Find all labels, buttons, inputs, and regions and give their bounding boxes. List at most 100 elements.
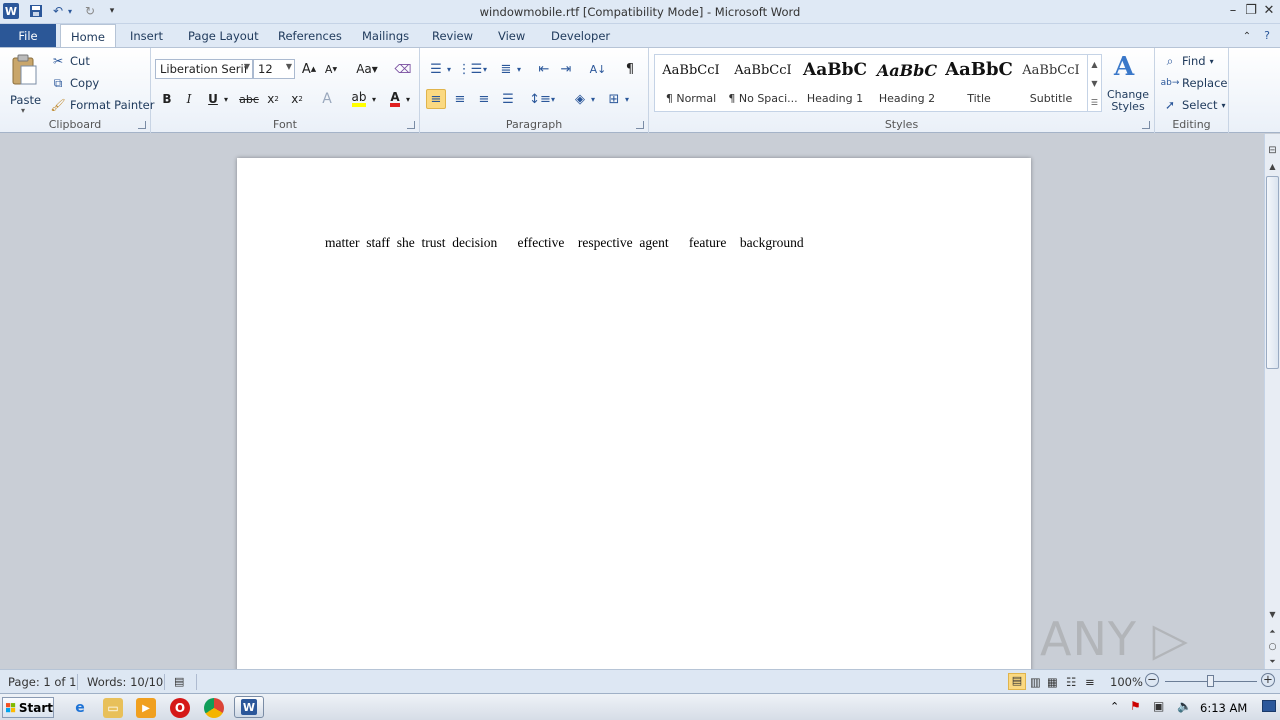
word-count[interactable]: Words: 10/10	[87, 675, 163, 689]
draft-icon[interactable]: ≡	[1085, 675, 1095, 689]
align-center-icon[interactable]: ≡	[450, 89, 470, 109]
print-layout-icon[interactable]: ▤	[1008, 673, 1026, 690]
bullets-dropdown-icon[interactable]: ▾	[444, 59, 454, 79]
bold-icon[interactable]: B	[157, 89, 177, 109]
underline-icon[interactable]: U	[203, 89, 223, 109]
justify-icon[interactable]: ☰	[498, 89, 518, 109]
tab-view[interactable]: View	[488, 24, 535, 47]
shading-icon[interactable]: ◈	[570, 89, 590, 109]
line-spacing-dropdown-icon[interactable]: ▾	[548, 89, 558, 109]
multilevel-list-icon[interactable]: ≣	[496, 59, 516, 79]
outline-icon[interactable]: ☷	[1066, 675, 1076, 689]
font-launcher-icon[interactable]	[407, 121, 415, 129]
italic-icon[interactable]: I	[179, 89, 199, 109]
proofing-icon[interactable]: ▤	[174, 675, 184, 688]
style-no-spacing[interactable]: AaBbCcI ¶ No Spaci...	[727, 55, 799, 111]
paragraph-launcher-icon[interactable]	[636, 121, 644, 129]
power-icon[interactable]: ▣	[1153, 699, 1164, 713]
change-case-icon[interactable]: Aa▾	[353, 59, 381, 79]
cut-button[interactable]: ✂ Cut	[50, 51, 90, 71]
format-painter-button[interactable]: 🖌 Format Painter	[50, 95, 154, 115]
copy-button[interactable]: ⧉ Copy	[50, 73, 99, 93]
highlight-dropdown-icon[interactable]: ▾	[369, 89, 379, 109]
gallery-up-icon[interactable]: ▲	[1087, 55, 1101, 74]
style-heading-1[interactable]: AaBbC Heading 1	[799, 55, 871, 111]
page-count[interactable]: Page: 1 of 1	[8, 675, 76, 689]
minimize-icon[interactable]: –	[1224, 2, 1242, 18]
clear-formatting-icon[interactable]: ⌫	[393, 59, 413, 79]
action-center-icon[interactable]: ⚑	[1130, 699, 1141, 713]
style-title[interactable]: AaBbC Title	[943, 55, 1015, 111]
minimize-ribbon-icon[interactable]: ⌃	[1238, 28, 1256, 44]
file-explorer-icon[interactable]: ▭	[103, 698, 123, 718]
tab-insert[interactable]: Insert	[120, 24, 173, 47]
font-name-select[interactable]: Liberation Serif ▼	[155, 59, 253, 79]
internet-explorer-icon[interactable]: e	[70, 698, 90, 718]
font-size-select[interactable]: 12 ▼	[253, 59, 295, 79]
numbering-icon[interactable]: ⋮☰	[458, 59, 483, 79]
select-button[interactable]: ➚ Select ▾	[1162, 95, 1226, 115]
close-icon[interactable]: ✕	[1260, 2, 1278, 18]
underline-dropdown-icon[interactable]: ▾	[221, 89, 231, 109]
text-effects-icon[interactable]: A	[317, 89, 337, 109]
tab-home[interactable]: Home	[60, 24, 116, 48]
zoom-out-icon[interactable]: −	[1145, 673, 1159, 687]
change-styles-button[interactable]: A Change Styles	[1104, 52, 1152, 114]
word-taskbar-button[interactable]: W	[234, 696, 264, 718]
font-color-icon[interactable]: A	[385, 89, 405, 109]
media-player-icon[interactable]: ▶	[136, 698, 156, 718]
line-spacing-icon[interactable]: ↕≡	[529, 89, 551, 109]
full-screen-reading-icon[interactable]: ▥	[1030, 675, 1041, 689]
clock[interactable]: 6:13 AM	[1200, 701, 1247, 715]
zoom-in-icon[interactable]: +	[1261, 673, 1275, 687]
paste-button[interactable]: Paste ▾	[4, 52, 44, 116]
show-hidden-icons[interactable]: ⌃	[1110, 700, 1119, 713]
superscript-icon[interactable]: x2	[287, 89, 307, 109]
styles-launcher-icon[interactable]	[1142, 121, 1150, 129]
align-left-icon[interactable]: ≡	[426, 89, 446, 109]
tab-mailings[interactable]: Mailings	[352, 24, 419, 47]
tab-references[interactable]: References	[268, 24, 352, 47]
style-normal[interactable]: AaBbCcI ¶ Normal	[655, 55, 727, 111]
show-desktop-icon[interactable]	[1262, 700, 1276, 712]
chrome-icon[interactable]	[204, 698, 224, 718]
find-button[interactable]: ⌕ Find ▾	[1162, 51, 1214, 71]
ruler-toggle-icon[interactable]: ⊟	[1265, 142, 1280, 158]
tab-review[interactable]: Review	[422, 24, 483, 47]
opera-icon[interactable]: O	[170, 698, 190, 718]
increase-indent-icon[interactable]: ⇥	[556, 59, 576, 79]
start-button[interactable]: Start	[2, 697, 54, 718]
sort-icon[interactable]: A↓	[588, 59, 608, 79]
zoom-slider-thumb[interactable]	[1207, 675, 1214, 687]
document-page[interactable]: matter staff she trust decision effectiv…	[237, 158, 1031, 669]
help-icon[interactable]: ?	[1258, 27, 1276, 43]
font-color-dropdown-icon[interactable]: ▾	[403, 89, 413, 109]
scroll-thumb[interactable]	[1266, 176, 1279, 369]
tab-developer[interactable]: Developer	[541, 24, 620, 47]
volume-icon[interactable]: 🔈	[1177, 699, 1192, 713]
strikethrough-icon[interactable]: abc	[239, 89, 259, 109]
vertical-scrollbar[interactable]: ⊟ ▲ ▼ ⏶ ○ ⏷	[1264, 134, 1280, 669]
tab-page-layout[interactable]: Page Layout	[178, 24, 269, 47]
clipboard-launcher-icon[interactable]	[138, 121, 146, 129]
tab-file[interactable]: File	[0, 24, 56, 47]
borders-dropdown-icon[interactable]: ▾	[622, 89, 632, 109]
show-marks-icon[interactable]: ¶	[620, 59, 640, 79]
gallery-down-icon[interactable]: ▼	[1087, 74, 1101, 93]
align-right-icon[interactable]: ≡	[474, 89, 494, 109]
grow-font-icon[interactable]: A ▲	[299, 59, 319, 79]
document-area[interactable]: matter staff she trust decision effectiv…	[0, 134, 1264, 669]
replace-button[interactable]: ab→ Replace	[1161, 73, 1228, 93]
zoom-level[interactable]: 100%	[1110, 675, 1143, 689]
numbering-dropdown-icon[interactable]: ▾	[480, 59, 490, 79]
gallery-more-icon[interactable]: ☰	[1087, 93, 1101, 112]
scroll-up-icon[interactable]: ▲	[1265, 158, 1280, 174]
multilevel-dropdown-icon[interactable]: ▾	[514, 59, 524, 79]
document-text[interactable]: matter staff she trust decision effectiv…	[325, 235, 804, 251]
web-layout-icon[interactable]: ▦	[1047, 675, 1058, 689]
style-heading-2[interactable]: AaBbC Heading 2	[871, 55, 943, 111]
bullets-icon[interactable]: ☰	[426, 59, 446, 79]
borders-icon[interactable]: ⊞	[604, 89, 624, 109]
shrink-font-icon[interactable]: A ▼	[321, 59, 341, 79]
highlight-icon[interactable]: ab	[349, 89, 369, 109]
